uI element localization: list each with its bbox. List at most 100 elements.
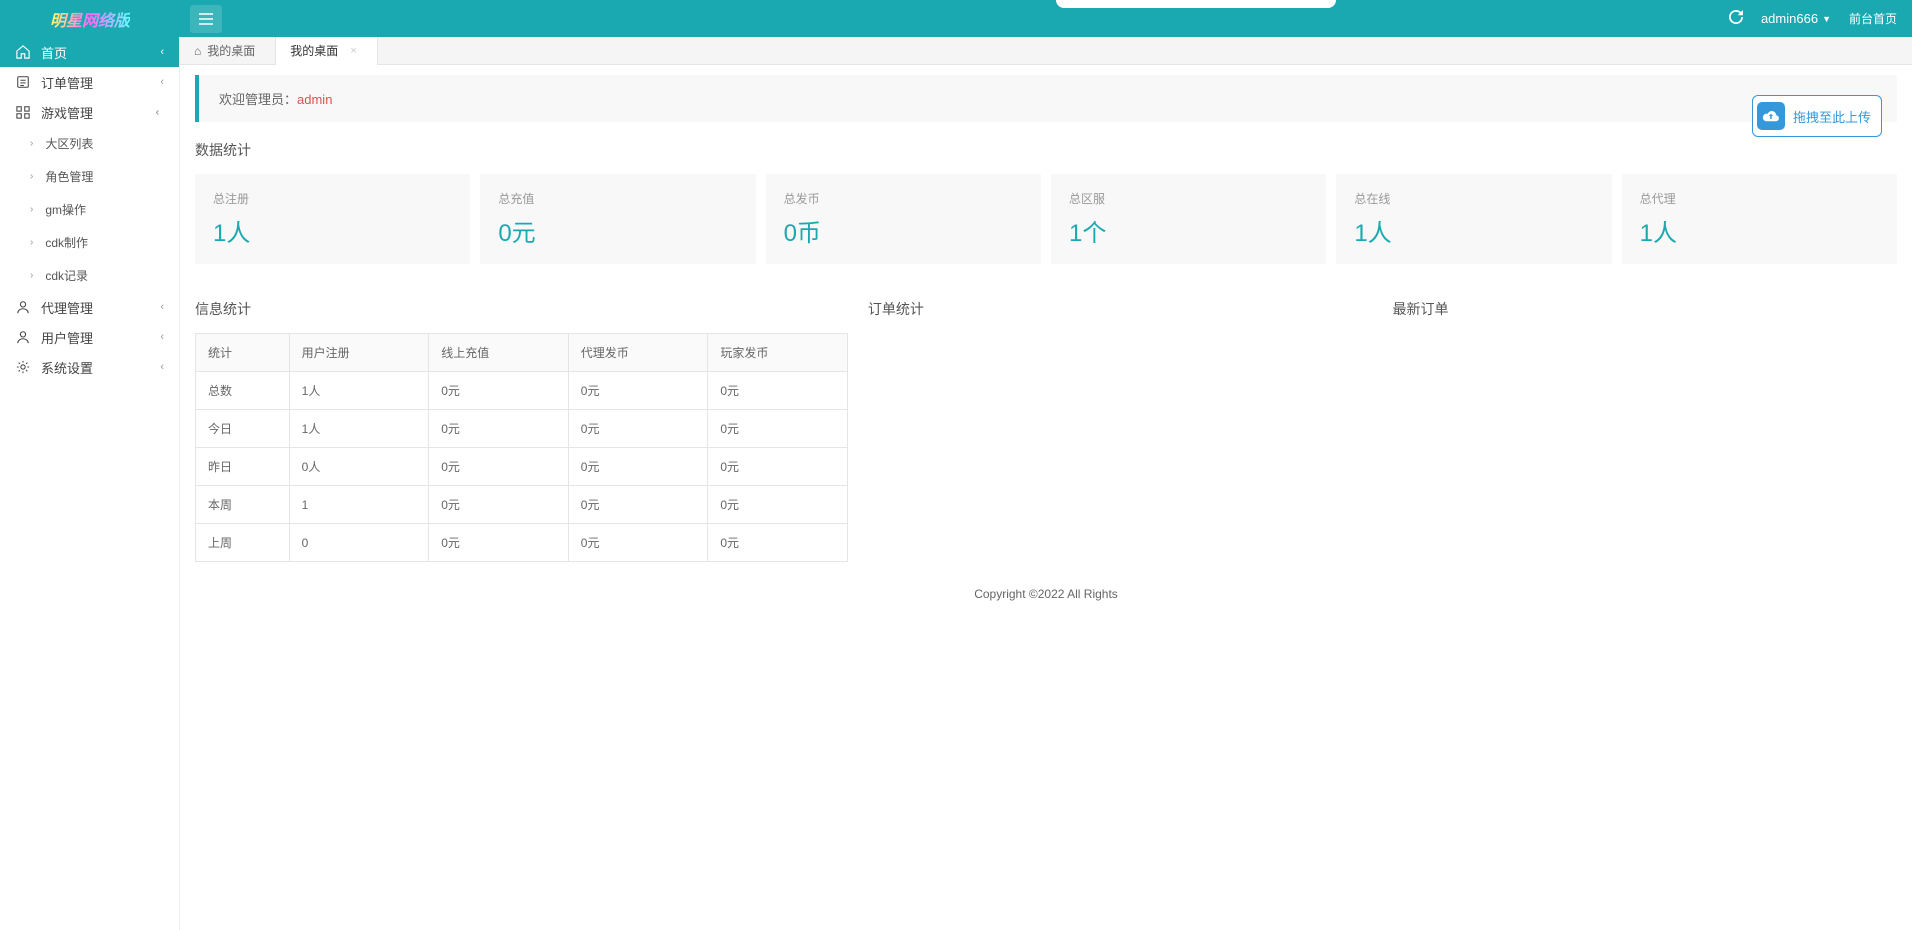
chevron-icon: ‹ (160, 301, 164, 313)
agent-icon (15, 299, 31, 315)
table-cell: 1 (289, 486, 429, 524)
nav-sub-label: gm操作 (45, 201, 86, 218)
nav-item-settings[interactable]: 系统设置‹ (0, 352, 179, 382)
info-stats-title: 信息统计 (195, 299, 848, 319)
welcome-prefix: 欢迎管理员： (219, 92, 297, 107)
table-cell: 0元 (708, 372, 848, 410)
nav-label: 用户管理 (41, 328, 93, 347)
nav-sub-item[interactable]: ›cdk制作 (0, 226, 179, 259)
chevron-right-icon: › (30, 204, 33, 215)
stat-label: 总发币 (784, 190, 1023, 207)
nav-label: 首页 (41, 43, 67, 62)
admin-name: admin (297, 92, 332, 107)
header-right: admin666 ▼ 前台首页 (1729, 10, 1897, 27)
table-cell: 今日 (196, 410, 290, 448)
table-cell: 0元 (708, 448, 848, 486)
search-box[interactable] (1056, 0, 1336, 8)
nav-sub-item[interactable]: › cdk记录 (0, 259, 179, 292)
tabs: ⌂ 我的桌面 我的桌面 × (180, 37, 1912, 65)
table-row: 昨日0人0元0元0元 (196, 448, 848, 486)
nav-item-game[interactable]: 游戏管理 ⌄ (0, 97, 179, 127)
upload-label: 拖拽至此上传 (1793, 107, 1871, 126)
table-cell: 0元 (429, 372, 569, 410)
nav-sub-label: 大区列表 (45, 135, 93, 152)
content: 欢迎管理员：admin 拖拽至此上传 数据统计 总注册1人总充值0元总发币0币总… (180, 65, 1912, 930)
chevron-right-icon: › (30, 171, 33, 182)
main: ⌂ 我的桌面 我的桌面 × 欢迎管理员：admin 拖拽至此上传 数据统计 总注册 1人… (180, 37, 1912, 930)
user-icon (15, 329, 31, 345)
table-cell: 本周 (196, 486, 290, 524)
chevron-icon: ⌄ (153, 107, 166, 116)
table-header: 用户注册 (289, 334, 429, 372)
stat-card: 总发币0币 (766, 174, 1041, 264)
tab[interactable]: ⌂ 我的桌面 (180, 37, 276, 65)
table-cell: 0元 (568, 372, 708, 410)
table-cell: 上周 (196, 524, 290, 562)
menu-toggle-button[interactable] (190, 5, 222, 33)
table-cell: 0元 (568, 410, 708, 448)
table-cell: 0元 (708, 524, 848, 562)
nav-item-home[interactable]: 首页 ‹ (0, 37, 179, 67)
table-header: 玩家发币 (708, 334, 848, 372)
table-cell: 1人 (289, 372, 429, 410)
chevron-right-icon: › (30, 138, 33, 149)
stat-value: 1人 (213, 213, 452, 248)
nav-label: 游戏管理 (41, 103, 93, 122)
stats-row: 总注册1人总充值0元总发币0币总区服1个总在线1人总代理1人 (195, 174, 1897, 264)
table-cell: 0元 (708, 486, 848, 524)
table-row: 上周00元0元0元 (196, 524, 848, 562)
nav-label: 订单管理 (41, 73, 93, 92)
stat-label: 总在线 (1354, 190, 1593, 207)
tab-label: 我的桌面 (207, 42, 255, 59)
nav-item-user[interactable]: 用户管理 ‹ (0, 322, 179, 352)
nav-sub-label: cdk记录 (45, 267, 88, 284)
nav-item-agent[interactable]: 代理管理 ‹ (0, 292, 179, 322)
nav-sub-label: 角色管理 (45, 168, 93, 185)
table-row: 总数1人0元0元0元 (196, 372, 848, 410)
stat-card: 总充值0元 (480, 174, 755, 264)
chevron-icon: ‹ (160, 76, 164, 88)
table-header: 统计 (196, 334, 290, 372)
header: 明星网络版 admin666 ▼ 前台首页 (0, 0, 1912, 37)
settings-icon (15, 359, 31, 375)
game-icon (15, 104, 31, 120)
nav-label: 代理管理 (41, 298, 93, 317)
stat-label: 总代理 (1640, 190, 1879, 207)
table-cell: 昨日 (196, 448, 290, 486)
nav-item-order[interactable]: 订单管理 ‹ (0, 67, 179, 97)
home-icon: ⌂ (194, 44, 201, 58)
table-cell: 0元 (568, 448, 708, 486)
nav-sub-item[interactable]: › 角色管理 (0, 160, 179, 193)
table-cell: 总数 (196, 372, 290, 410)
table-row: 本周10元0元0元 (196, 486, 848, 524)
table-cell: 0元 (429, 410, 569, 448)
chevron-icon: ‹ (160, 331, 164, 343)
data-stats-title: 数据统计 (195, 140, 1897, 160)
logo-text: 明星网络版 (50, 7, 130, 31)
user-dropdown[interactable]: admin666 ▼ (1761, 11, 1831, 26)
chevron-icon: ‹ (160, 46, 164, 58)
close-icon[interactable]: × (350, 45, 356, 57)
tab-label: 我的桌面 (290, 42, 338, 59)
stat-card: 总注册 1人 (195, 174, 470, 264)
table-cell: 0元 (429, 448, 569, 486)
nav-sub-item[interactable]: › 大区列表 (0, 127, 179, 160)
refresh-button[interactable] (1729, 10, 1743, 27)
table-cell: 0元 (429, 524, 569, 562)
upload-button[interactable]: 拖拽至此上传 (1752, 95, 1882, 137)
chevron-right-icon: › (30, 270, 33, 281)
stat-label: 总注册 (213, 190, 452, 207)
logo: 明星网络版 (0, 0, 180, 37)
table-cell: 0元 (568, 486, 708, 524)
stat-card: 总代理1人 (1622, 174, 1897, 264)
stat-value: 1人 (1354, 213, 1593, 248)
table-row: 今日1人0元0元0元 (196, 410, 848, 448)
nav-sub-item[interactable]: › gm操作 (0, 193, 179, 226)
nav-sub-label: cdk制作 (45, 234, 88, 251)
tab[interactable]: 我的桌面 × (276, 37, 377, 65)
welcome-bar: 欢迎管理员：admin (195, 75, 1897, 122)
table-cell: 0 (289, 524, 429, 562)
table-cell: 0元 (708, 410, 848, 448)
cloud-upload-icon (1757, 102, 1785, 130)
front-link[interactable]: 前台首页 (1849, 10, 1897, 27)
